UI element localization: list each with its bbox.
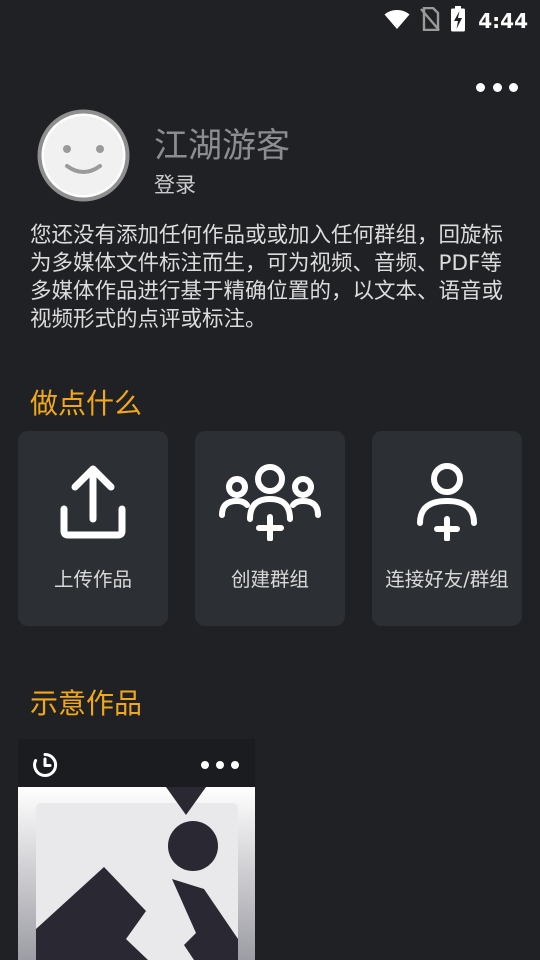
status-icons: 4:44 [384, 6, 528, 36]
intro-text: 您还没有添加任何作品或或加入任何群组，回旋标为多媒体文件标注而生，可为视频、音频… [30, 223, 504, 332]
card-label: 上传作品 [53, 568, 132, 591]
demo-work-toolbar [18, 739, 255, 787]
image-placeholder-icon [18, 787, 255, 960]
more-horizontal-icon[interactable] [201, 761, 239, 769]
wifi-icon [384, 8, 410, 34]
card-label: 创建群组 [230, 568, 309, 591]
login-link[interactable]: 登录 [154, 169, 196, 199]
upload-icon [58, 461, 128, 541]
card-label: 连接好友/群组 [385, 568, 509, 591]
connect-friend-card[interactable]: 连接好友/群组 [372, 431, 522, 626]
status-time: 4:44 [478, 9, 528, 33]
status-bar: 4:44 [0, 0, 540, 36]
profile-name: 江湖游客 [154, 126, 290, 166]
section-title-do-something: 做点什么 [30, 387, 143, 420]
section-title-demo-works: 示意作品 [30, 687, 143, 720]
clock-icon [32, 752, 58, 778]
add-user-icon [415, 461, 479, 542]
app-screen: 4:44 江湖游客 登录 您还没有添加任何作品或或加入任何群组，回旋标为多媒体文… [0, 0, 540, 960]
create-group-icon [218, 461, 322, 542]
upload-work-card[interactable]: 上传作品 [18, 431, 168, 626]
demo-work-item[interactable] [18, 739, 255, 960]
create-group-card[interactable]: 创建群组 [195, 431, 345, 626]
battery-charging-icon [450, 6, 466, 36]
more-horizontal-icon[interactable] [476, 78, 518, 96]
no-sim-icon [420, 6, 441, 35]
smiley-face-icon[interactable] [36, 108, 131, 203]
